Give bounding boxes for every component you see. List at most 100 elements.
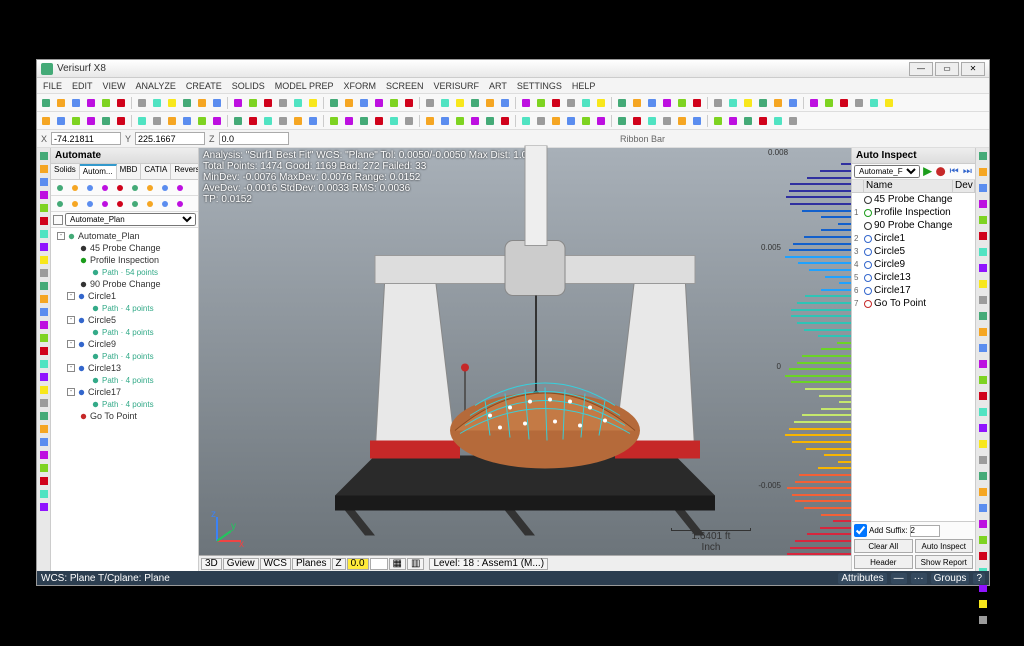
tree-item[interactable]: -Circle1 [53, 290, 196, 302]
menu-model prep[interactable]: MODEL PREP [271, 81, 338, 91]
toolbar-button[interactable] [39, 114, 53, 128]
status-button[interactable]: Groups [931, 573, 970, 584]
toolbar-button[interactable] [615, 114, 629, 128]
dock-button[interactable] [978, 519, 988, 532]
dock-button[interactable] [978, 311, 988, 324]
tree-item[interactable]: Path · 4 points [53, 398, 196, 410]
mini-tool-button[interactable] [53, 197, 66, 210]
dock-button[interactable] [39, 489, 49, 499]
toolbar-button[interactable] [771, 114, 785, 128]
dock-button[interactable] [39, 229, 49, 239]
dock-button[interactable] [39, 476, 49, 486]
mini-tool-button[interactable] [83, 181, 96, 194]
dock-button[interactable] [978, 423, 988, 436]
menu-solids[interactable]: SOLIDS [228, 81, 269, 91]
automate-tab[interactable]: Solids [51, 164, 80, 179]
menu-analyze[interactable]: ANALYZE [132, 81, 180, 91]
dock-button[interactable] [39, 307, 49, 317]
dock-button[interactable] [978, 183, 988, 196]
toolbar-button[interactable] [195, 96, 209, 110]
toolbar-button[interactable] [483, 96, 497, 110]
dock-button[interactable] [39, 372, 49, 382]
toolbar-button[interactable] [261, 96, 275, 110]
tree-item[interactable]: Path · 4 points [53, 302, 196, 314]
show-report-button[interactable]: Show Report [915, 555, 974, 569]
toolbar-button[interactable] [690, 96, 704, 110]
tree-item[interactable]: Go To Point [53, 410, 196, 422]
expand-icon[interactable]: - [67, 364, 75, 372]
toolbar-button[interactable] [807, 96, 821, 110]
mini-tool-button[interactable] [158, 181, 171, 194]
automate-tab[interactable]: Autom... [80, 164, 117, 179]
menu-xform[interactable]: XFORM [339, 81, 380, 91]
dock-button[interactable] [39, 424, 49, 434]
toolbar-button[interactable] [54, 114, 68, 128]
dock-button[interactable] [978, 247, 988, 260]
toolbar-button[interactable] [114, 114, 128, 128]
auto-inspect-select[interactable]: Automate_F [854, 165, 920, 178]
coord-x-input[interactable] [51, 132, 121, 145]
tree-item[interactable]: -Circle13 [53, 362, 196, 374]
dock-button[interactable] [978, 391, 988, 404]
automate-tab[interactable]: Reverse [171, 164, 198, 179]
toolbar-button[interactable] [246, 114, 260, 128]
toolbar-button[interactable] [726, 114, 740, 128]
mini-tool-button[interactable] [173, 181, 186, 194]
dock-button[interactable] [39, 450, 49, 460]
mini-tool-button[interactable] [53, 181, 66, 194]
tree-item[interactable]: 90 Probe Change [53, 278, 196, 290]
dock-button[interactable] [978, 263, 988, 276]
inspect-row[interactable]: 3Circle5 [852, 245, 975, 258]
dock-button[interactable] [978, 215, 988, 228]
dock-button[interactable] [978, 343, 988, 356]
toolbar-button[interactable] [726, 96, 740, 110]
viewport-3d[interactable]: Analysis: "Surf1 Best Fit" WCS: "Plane" … [199, 148, 851, 571]
dock-button[interactable] [39, 294, 49, 304]
toolbar-button[interactable] [165, 114, 179, 128]
expand-icon[interactable]: - [67, 316, 75, 324]
status-button[interactable]: ? [973, 573, 985, 584]
toolbar-button[interactable] [579, 114, 593, 128]
dock-button[interactable] [39, 216, 49, 226]
menu-create[interactable]: CREATE [182, 81, 226, 91]
status-button[interactable]: — [891, 573, 907, 584]
vp-gview-button[interactable]: Gview [223, 558, 259, 570]
toolbar-button[interactable] [276, 96, 290, 110]
toolbar-button[interactable] [468, 114, 482, 128]
toolbar-button[interactable] [594, 96, 608, 110]
dock-button[interactable] [39, 255, 49, 265]
toolbar-button[interactable] [756, 96, 770, 110]
dock-button[interactable] [39, 437, 49, 447]
toolbar-button[interactable] [483, 114, 497, 128]
inspect-row[interactable]: 4Circle9 [852, 258, 975, 271]
toolbar-button[interactable] [630, 114, 644, 128]
dock-button[interactable] [39, 502, 49, 512]
toolbar-button[interactable] [402, 114, 416, 128]
clear-all-button[interactable]: Clear All [854, 539, 913, 553]
toolbar-button[interactable] [210, 114, 224, 128]
toolbar-button[interactable] [579, 96, 593, 110]
toolbar-button[interactable] [423, 96, 437, 110]
toolbar-button[interactable] [387, 96, 401, 110]
automate-tab[interactable]: MBD [117, 164, 142, 179]
toolbar-button[interactable] [711, 96, 725, 110]
vp-misc-1[interactable]: ▦ [389, 558, 406, 570]
toolbar-button[interactable] [261, 114, 275, 128]
dock-button[interactable] [39, 333, 49, 343]
menu-settings[interactable]: SETTINGS [513, 81, 566, 91]
toolbar-button[interactable] [114, 96, 128, 110]
menu-screen[interactable]: SCREEN [382, 81, 428, 91]
toolbar-button[interactable] [180, 114, 194, 128]
expand-icon[interactable]: - [67, 340, 75, 348]
dock-button[interactable] [978, 439, 988, 452]
vp-3d-button[interactable]: 3D [201, 558, 222, 570]
toolbar-button[interactable] [822, 96, 836, 110]
toolbar-button[interactable] [594, 114, 608, 128]
dock-button[interactable] [978, 503, 988, 516]
coord-z-input[interactable] [219, 132, 289, 145]
toolbar-button[interactable] [342, 114, 356, 128]
record-button[interactable] [935, 166, 946, 178]
dock-button[interactable] [978, 151, 988, 164]
dock-button[interactable] [39, 359, 49, 369]
toolbar-button[interactable] [438, 114, 452, 128]
